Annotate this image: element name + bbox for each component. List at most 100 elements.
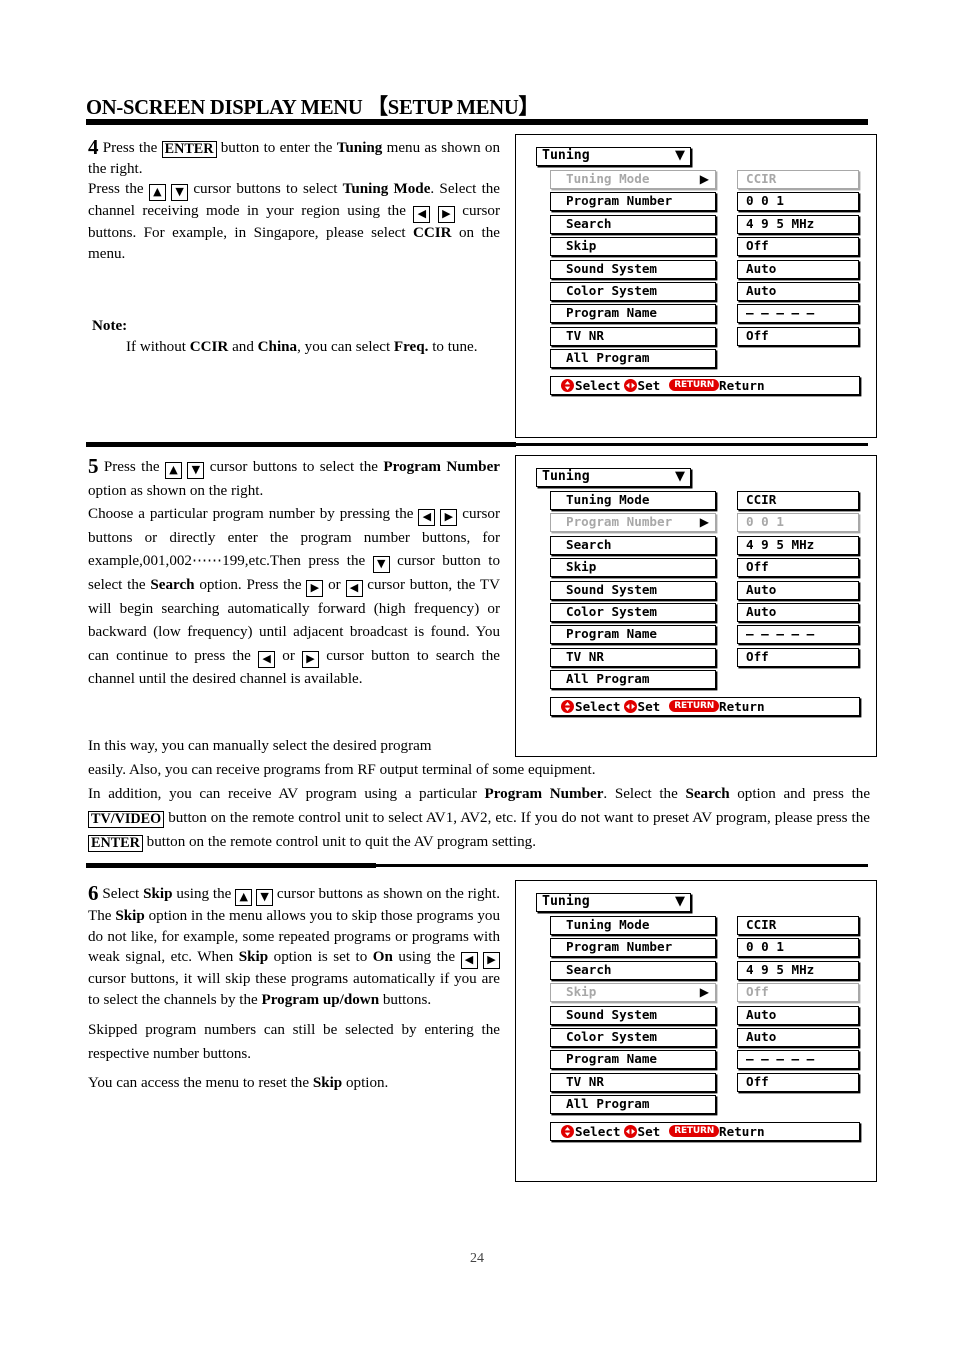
osd-row-value[interactable]: Off <box>737 983 859 1003</box>
osd-row[interactable]: Skip Off <box>550 558 860 580</box>
osd-title-label: Tuning <box>542 894 590 909</box>
osd-row-value[interactable]: CCIR <box>737 491 859 510</box>
osd-row[interactable]: All Program <box>550 670 860 692</box>
osd-row-value[interactable]: 0 0 1 <box>737 513 859 533</box>
osd-row-value[interactable]: CCIR <box>737 170 859 189</box>
osd-row-value[interactable]: Auto <box>737 1005 859 1025</box>
text-run: buttons. <box>379 991 432 1008</box>
osd-row[interactable]: Color System Auto <box>550 602 860 625</box>
osd-row-value[interactable]: Auto <box>737 1027 859 1047</box>
osd-row[interactable]: TV NR Off <box>550 326 860 349</box>
osd-row[interactable]: Skip ▶ Off <box>550 983 860 1005</box>
osd-row-value[interactable]: Auto <box>737 259 859 279</box>
osd-row-label[interactable]: Search <box>550 960 716 980</box>
osd-row-value[interactable]: – – – – – <box>737 1050 859 1070</box>
text-run: You can access the menu to reset the <box>88 1075 313 1092</box>
osd-row[interactable]: Program Name – – – – – <box>550 625 860 647</box>
osd-row[interactable]: TV NR Off <box>550 1072 860 1095</box>
osd-row-label[interactable]: Program Number ▶ <box>550 513 716 533</box>
osd-title-bar[interactable]: Tuning ▼ <box>536 468 691 487</box>
osd-row-label[interactable]: TV NR <box>550 1072 716 1092</box>
osd-row-label-text: All Program <box>566 671 650 687</box>
osd-row[interactable]: TV NR Off <box>550 647 860 670</box>
osd-row-value[interactable]: Off <box>737 237 859 257</box>
osd-title-bar[interactable]: Tuning ▼ <box>536 147 691 166</box>
osd-row[interactable]: Program Number 0 0 1 <box>550 938 860 960</box>
osd-row-value[interactable]: 4 9 5 MHz <box>737 214 859 234</box>
osd-row[interactable]: All Program <box>550 1095 860 1117</box>
osd-row-value[interactable]: Off <box>737 1072 859 1092</box>
osd-row-label[interactable]: All Program <box>550 1095 716 1115</box>
osd-row-label-text: Color System <box>566 603 657 619</box>
osd-row-value[interactable]: Auto <box>737 580 859 600</box>
osd-row-value[interactable]: Off <box>737 558 859 578</box>
osd-row[interactable]: Program Name – – – – – <box>550 304 860 326</box>
osd-row-label[interactable]: TV NR <box>550 647 716 667</box>
osd-row[interactable]: Tuning Mode ▶ CCIR <box>550 170 860 192</box>
osd-row-label[interactable]: Color System <box>550 602 716 622</box>
osd-row-label[interactable]: All Program <box>550 670 716 690</box>
osd-row-label[interactable]: Sound System <box>550 1005 716 1025</box>
osd-row-value[interactable]: 4 9 5 MHz <box>737 535 859 555</box>
osd-row[interactable]: Tuning Mode CCIR <box>550 916 860 938</box>
osd-row-value[interactable]: 0 0 1 <box>737 938 859 958</box>
osd-row-value[interactable]: CCIR <box>737 916 859 935</box>
osd-row-value[interactable]: Auto <box>737 281 859 301</box>
return-key-badge: RETURN <box>669 1125 720 1138</box>
osd-row[interactable]: Search 4 9 5 MHz <box>550 960 860 983</box>
osd-row-label[interactable]: Program Number <box>550 938 716 958</box>
osd-row-label[interactable]: TV NR <box>550 326 716 346</box>
osd-menu-step-4[interactable]: Tuning ▼ Tuning Mode ▶ CCIR Program Number 0… <box>515 134 877 438</box>
osd-row-label[interactable]: Tuning Mode ▶ <box>550 170 716 189</box>
osd-row[interactable]: Sound System Auto <box>550 1005 860 1028</box>
osd-row[interactable]: Sound System Auto <box>550 580 860 603</box>
osd-row-value[interactable]: 0 0 1 <box>737 192 859 212</box>
osd-title-bar[interactable]: Tuning ▼ <box>536 893 691 912</box>
osd-row-label[interactable]: All Program <box>550 349 716 369</box>
osd-row[interactable]: Tuning Mode CCIR <box>550 491 860 513</box>
osd-row[interactable]: Search 4 9 5 MHz <box>550 214 860 237</box>
osd-row-label[interactable]: Search <box>550 214 716 234</box>
up-down-button-icon <box>561 699 574 713</box>
osd-row-label[interactable]: Tuning Mode <box>550 916 716 935</box>
osd-row-value[interactable]: Auto <box>737 602 859 622</box>
osd-row-label[interactable]: Program Number <box>550 192 716 212</box>
osd-row-label[interactable]: Color System <box>550 281 716 301</box>
osd-row-label[interactable]: Program Name <box>550 304 716 324</box>
osd-row[interactable]: Program Name – – – – – <box>550 1050 860 1072</box>
osd-row-value[interactable]: – – – – – <box>737 625 859 645</box>
osd-row-label-text: Program Name <box>566 626 657 642</box>
osd-footer-select-label: Select <box>575 1123 621 1139</box>
osd-row-label[interactable]: Program Name <box>550 1050 716 1070</box>
osd-row-label[interactable]: Skip <box>550 237 716 257</box>
osd-row[interactable]: All Program <box>550 349 860 371</box>
osd-row[interactable]: Search 4 9 5 MHz <box>550 535 860 558</box>
osd-row-label[interactable]: Search <box>550 535 716 555</box>
osd-row[interactable]: Color System Auto <box>550 1027 860 1050</box>
osd-row[interactable]: Sound System Auto <box>550 259 860 282</box>
section-5-paragraph-2: Choose a particular program number by pr… <box>88 503 500 692</box>
step-number-5: 5 <box>88 454 99 478</box>
osd-row-label[interactable]: Skip <box>550 558 716 578</box>
text-run: and <box>228 338 258 355</box>
osd-row-label[interactable]: Color System <box>550 1027 716 1047</box>
osd-row-label[interactable]: Skip ▶ <box>550 983 716 1003</box>
section-4-paragraph-1: 4 Press the ENTER button to enter the Tu… <box>88 137 500 179</box>
osd-row-value[interactable]: 4 9 5 MHz <box>737 960 859 980</box>
osd-row[interactable]: Program Number ▶ 0 0 1 <box>550 513 860 535</box>
osd-row-label[interactable]: Sound System <box>550 580 716 600</box>
osd-row-label[interactable]: Tuning Mode <box>550 491 716 510</box>
osd-menu-step-5[interactable]: Tuning ▼ Tuning Mode CCIR Program Number ▶ 0… <box>515 455 877 757</box>
osd-row-value[interactable]: – – – – – <box>737 304 859 324</box>
osd-row[interactable]: Skip Off <box>550 237 860 259</box>
osd-row-value[interactable]: Off <box>737 647 859 667</box>
osd-menu-step-6[interactable]: Tuning ▼ Tuning Mode CCIR Program Number 0 … <box>515 880 877 1182</box>
osd-row[interactable]: Program Number 0 0 1 <box>550 192 860 214</box>
osd-row-value[interactable]: Off <box>737 326 859 346</box>
osd-row[interactable]: Color System Auto <box>550 281 860 304</box>
chevron-down-icon: ▼ <box>675 894 685 909</box>
section-4-note: Note: If without CCIR and China, you can… <box>92 316 502 357</box>
osd-row-label[interactable]: Sound System <box>550 259 716 279</box>
osd-row-label[interactable]: Program Name <box>550 625 716 645</box>
osd-row-label-text: Sound System <box>566 581 657 597</box>
